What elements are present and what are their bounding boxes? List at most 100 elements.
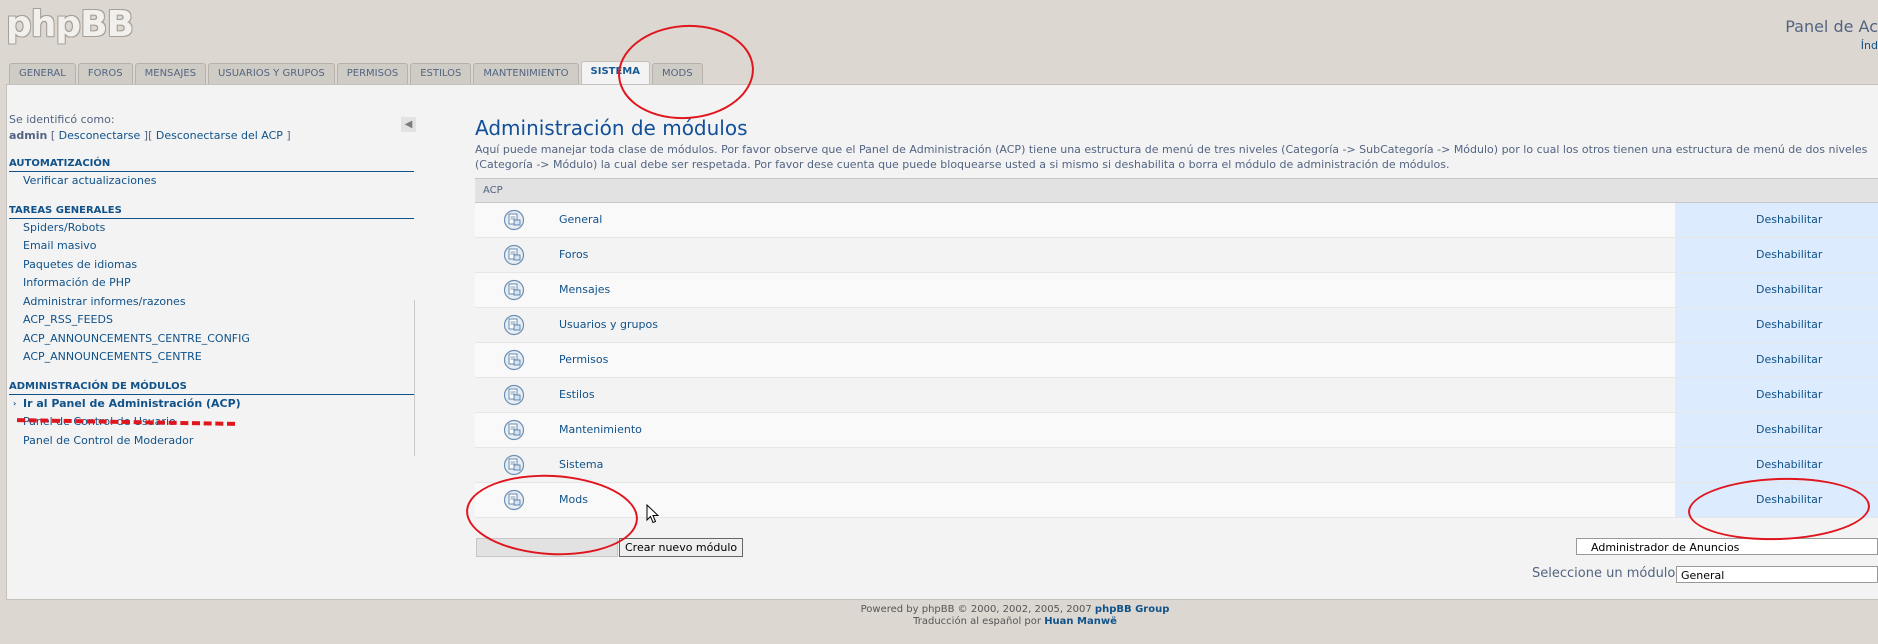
sidebar-item-label: Panel de Control de Moderador — [23, 433, 194, 447]
module-action-cell: Deshabilitar — [1675, 273, 1878, 307]
disable-module-link[interactable]: Deshabilitar — [1756, 493, 1822, 506]
sidebar-item[interactable]: Email masivo — [9, 237, 414, 256]
module-folder-icon — [503, 489, 525, 511]
module-name-link[interactable]: General — [559, 213, 602, 226]
disable-module-link[interactable]: Deshabilitar — [1756, 283, 1822, 296]
tab-foros[interactable]: FOROS — [77, 63, 133, 84]
module-name-link[interactable]: Usuarios y grupos — [559, 318, 658, 331]
table-row: Mantenimiento Deshabilitar — [475, 413, 1878, 448]
translation-text: Traducción al español por — [913, 616, 1041, 627]
disable-module-link[interactable]: Deshabilitar — [1756, 423, 1822, 436]
table-row: Sistema Deshabilitar — [475, 448, 1878, 483]
module-action-cell: Deshabilitar — [1675, 343, 1878, 377]
logout-acp-link[interactable]: Desconectarse del ACP — [156, 129, 283, 142]
index-link[interactable]: Índ — [1861, 39, 1878, 52]
translator-link[interactable]: Huan Manwë — [1044, 616, 1117, 627]
sidebar-item[interactable]: › Ir al Panel de Administración (ACP) — [9, 395, 414, 414]
module-action-cell: Deshabilitar — [1675, 238, 1878, 272]
page-title: Administración de módulos — [475, 116, 748, 140]
sidebar-item-label: ACP_RSS_FEEDS — [23, 313, 113, 326]
sidebar-item[interactable]: Panel de Control de Moderador — [9, 432, 414, 451]
sidebar-menu: Se identificó como: admin [ Desconectars… — [9, 112, 414, 450]
modules-table: ACP General Deshabilitar Foros Deshabilitar… — [475, 178, 1878, 518]
tab-sistema[interactable]: SISTEMA — [580, 61, 650, 84]
module-action-cell: Deshabilitar — [1675, 378, 1878, 412]
disable-module-link[interactable]: Deshabilitar — [1756, 318, 1822, 331]
powered-by-text: Powered by phpBB © 2000, 2002, 2005, 200… — [860, 604, 1092, 615]
module-name-link[interactable]: Mods — [559, 493, 588, 506]
sidebar-item[interactable]: Información de PHP — [9, 274, 414, 293]
footer: Powered by phpBB © 2000, 2002, 2005, 200… — [0, 604, 1878, 628]
module-action-cell: Deshabilitar — [1675, 203, 1878, 237]
sidebar-item[interactable]: Administrar informes/razones — [9, 293, 414, 312]
sidebar-item-label: Email masivo — [23, 239, 97, 252]
disable-module-link[interactable]: Deshabilitar — [1756, 213, 1822, 226]
menu-section-title: TAREAS GENERALES — [9, 203, 414, 219]
disable-module-link[interactable]: Deshabilitar — [1756, 353, 1822, 366]
disable-module-link[interactable]: Deshabilitar — [1756, 248, 1822, 261]
table-row: Estilos Deshabilitar — [475, 378, 1878, 413]
tab-usuarios-y-grupos[interactable]: USUARIOS Y GRUPOS — [208, 63, 335, 84]
module-name-link[interactable]: Sistema — [559, 458, 603, 471]
module-folder-icon — [503, 384, 525, 406]
content-area: Administración de módulos Aquí puede man… — [475, 116, 1878, 172]
module-action-cell: Deshabilitar — [1675, 483, 1878, 517]
module-action-cell: Deshabilitar — [1675, 308, 1878, 342]
module-folder-icon — [503, 454, 525, 476]
module-folder-icon — [503, 419, 525, 441]
main-tabs: GENERAL FOROS MENSAJES USUARIOS Y GRUPOS PER… — [9, 61, 703, 84]
table-row: Foros Deshabilitar — [475, 238, 1878, 273]
module-action-cell: Deshabilitar — [1675, 448, 1878, 482]
user-info: Se identificó como: admin [ Desconectars… — [9, 112, 414, 144]
logout-link[interactable]: Desconectarse — [59, 129, 141, 142]
menu-sections: AUTOMATIZACIÓN Verificar actualizaciones T… — [9, 156, 414, 450]
new-module-input[interactable] — [476, 538, 618, 557]
sidebar-item[interactable]: ACP_RSS_FEEDS — [9, 311, 414, 330]
announce-module-select[interactable]: Administrador de Anuncios — [1576, 538, 1878, 555]
module-action-cell: Deshabilitar — [1675, 413, 1878, 447]
sidebar-item[interactable]: Spiders/Robots — [9, 219, 414, 238]
create-module-button[interactable]: Crear nuevo módulo — [619, 538, 744, 557]
menu-divider — [414, 300, 415, 456]
disable-module-link[interactable]: Deshabilitar — [1756, 388, 1822, 401]
module-folder-icon — [503, 279, 525, 301]
disable-module-link[interactable]: Deshabilitar — [1756, 458, 1822, 471]
mouse-cursor-icon — [646, 504, 660, 524]
phpbb-group-link[interactable]: phpBB Group — [1095, 604, 1169, 615]
module-name-link[interactable]: Mensajes — [559, 283, 610, 296]
sidebar-item[interactable]: Paquetes de idiomas — [9, 256, 414, 275]
tab-mantenimiento[interactable]: MANTENIMIENTO — [473, 63, 579, 84]
module-folder-icon — [503, 209, 525, 231]
menu-section-title: AUTOMATIZACIÓN — [9, 156, 414, 172]
module-folder-icon — [503, 314, 525, 336]
sidebar-item[interactable]: ACP_ANNOUNCEMENTS_CENTRE_CONFIG — [9, 330, 414, 349]
phpbb-logo: phpBB — [6, 4, 134, 48]
sidebar-item-label: Ir al Panel de Administración (ACP) — [23, 396, 241, 410]
sidebar-item[interactable]: ACP_ANNOUNCEMENTS_CENTRE — [9, 348, 414, 367]
sidebar-item-label: Verificar actualizaciones — [23, 174, 157, 187]
sidebar-item-label: Información de PHP — [23, 276, 131, 289]
select-module-dropdown[interactable]: General — [1676, 566, 1878, 583]
module-name-link[interactable]: Estilos — [559, 388, 595, 401]
table-row: Usuarios y grupos Deshabilitar — [475, 308, 1878, 343]
tab-permisos[interactable]: PERMISOS — [336, 63, 409, 84]
page-description: Aquí puede manejar toda clase de módulos… — [475, 143, 1868, 171]
sidebar-item-label: Spiders/Robots — [23, 220, 106, 234]
menu-section-title: ADMINISTRACIÓN DE MÓDULOS — [9, 379, 414, 395]
module-name-link[interactable]: Mantenimiento — [559, 423, 642, 436]
logged-as-label: Se identificó como: — [9, 113, 115, 126]
tab-general[interactable]: GENERAL — [9, 63, 76, 84]
tab-mensajes[interactable]: MENSAJES — [134, 63, 207, 84]
table-header: ACP — [475, 179, 1878, 203]
module-rows: General Deshabilitar Foros Deshabilitar Mens… — [475, 203, 1878, 518]
tab-estilos[interactable]: ESTILOS — [410, 63, 472, 84]
module-name-link[interactable]: Permisos — [559, 353, 608, 366]
tab-mods[interactable]: MODS — [652, 63, 703, 84]
table-row: Mods Deshabilitar — [475, 483, 1878, 518]
sidebar-item-label: Administrar informes/razones — [23, 294, 186, 308]
sidebar-item[interactable]: Verificar actualizaciones — [9, 172, 414, 191]
logo-text: phpBB — [6, 4, 134, 45]
table-row: Mensajes Deshabilitar — [475, 273, 1878, 308]
module-name-link[interactable]: Foros — [559, 248, 588, 261]
select-module-label: Seleccione un módulo: — [1532, 566, 1680, 581]
